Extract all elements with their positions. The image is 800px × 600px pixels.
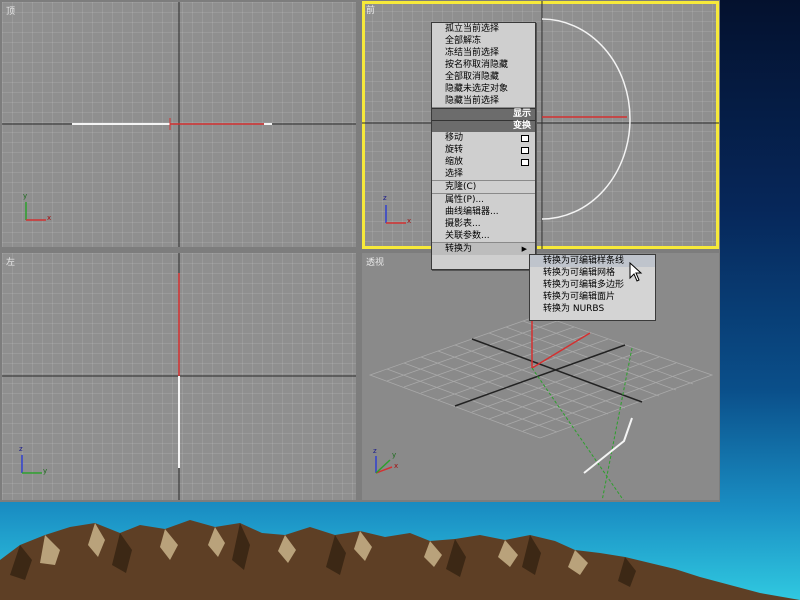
viewport-left-canvas: [2, 253, 356, 500]
viewport-top-canvas: [2, 2, 356, 247]
axis-label-z: z: [383, 194, 387, 202]
viewport-front-canvas: [362, 1, 719, 249]
mountain-decoration: [0, 520, 800, 600]
axis-label-x: x: [47, 214, 52, 222]
menu-item-dope-sheet[interactable]: 摄影表...: [432, 218, 535, 230]
menu-item-curve-editor[interactable]: 曲线编辑器...: [432, 206, 535, 218]
menu-item-move[interactable]: 移动: [432, 132, 535, 144]
menu-item-clone[interactable]: 克隆(C): [432, 181, 535, 193]
mouse-cursor-icon: [629, 262, 643, 282]
menu-header-transform: 变换: [432, 120, 535, 132]
settings-box-icon[interactable]: [521, 147, 529, 154]
menu-item-isolate[interactable]: 孤立当前选择: [432, 23, 535, 35]
axis-label-x: x: [407, 217, 412, 225]
menu-item-unhide-all[interactable]: 全部取消隐藏: [432, 71, 535, 83]
axis-label-x: x: [394, 462, 399, 470]
menu-item-wire-parameters[interactable]: 关联参数...: [432, 230, 535, 242]
menu-section-display: 孤立当前选择 全部解冻 冻结当前选择 按名称取消隐藏 全部取消隐藏 隐藏未选定对…: [432, 23, 535, 108]
menu-item-label: 转换为: [445, 244, 473, 254]
spline-arc: [541, 18, 631, 220]
submenu-item-nurbs[interactable]: 转换为 NURBS: [530, 303, 655, 315]
menu-item-label: 缩放: [445, 157, 464, 167]
quad-context-menu: 孤立当前选择 全部解冻 冻结当前选择 按名称取消隐藏 全部取消隐藏 隐藏未选定对…: [431, 22, 536, 270]
menu-item-convert-to[interactable]: 转换为 ▶: [432, 243, 535, 255]
menu-item-label: 旋转: [445, 145, 464, 155]
menu-item-hide-unselected[interactable]: 隐藏未选定对象: [432, 83, 535, 95]
menu-section-transform: 移动 旋转 缩放 选择: [432, 132, 535, 181]
menu-item-label: 移动: [445, 133, 464, 143]
spline-perspective: [583, 417, 633, 474]
menu-item-hide-selection[interactable]: 隐藏当前选择: [432, 95, 535, 107]
menu-section-clone: 克隆(C): [432, 181, 535, 194]
viewport-front[interactable]: 前 z x: [362, 1, 719, 249]
settings-box-icon[interactable]: [521, 159, 529, 166]
menu-item-freeze-selection[interactable]: 冻结当前选择: [432, 47, 535, 59]
axis-label-y: y: [43, 467, 48, 475]
settings-box-icon[interactable]: [521, 135, 529, 142]
axis-label-z: z: [19, 445, 23, 453]
submenu-item-editable-patch[interactable]: 转换为可编辑面片: [530, 291, 655, 303]
menu-item-rotate[interactable]: 旋转: [432, 144, 535, 156]
axis-label-y: y: [23, 192, 28, 200]
menu-item-unhide-by-name[interactable]: 按名称取消隐藏: [432, 59, 535, 71]
menu-item-properties[interactable]: 属性(P)...: [432, 194, 535, 206]
submenu-arrow-icon: ▶: [521, 245, 527, 253]
viewport-area: 顶 y x 前 z x 左 z y 透视 z x y: [0, 0, 720, 502]
axis-label-y: y: [392, 451, 397, 459]
menu-section-properties: 属性(P)... 曲线编辑器... 摄影表... 关联参数...: [432, 194, 535, 243]
menu-header-display: 显示: [432, 108, 535, 120]
viewport-top[interactable]: 顶 y x: [2, 2, 356, 247]
viewport-left[interactable]: 左 z y: [2, 253, 356, 500]
menu-item-scale[interactable]: 缩放: [432, 156, 535, 168]
menu-item-unfreeze-all[interactable]: 全部解冻: [432, 35, 535, 47]
menu-item-select[interactable]: 选择: [432, 168, 535, 180]
axis-label-z: z: [373, 447, 377, 455]
